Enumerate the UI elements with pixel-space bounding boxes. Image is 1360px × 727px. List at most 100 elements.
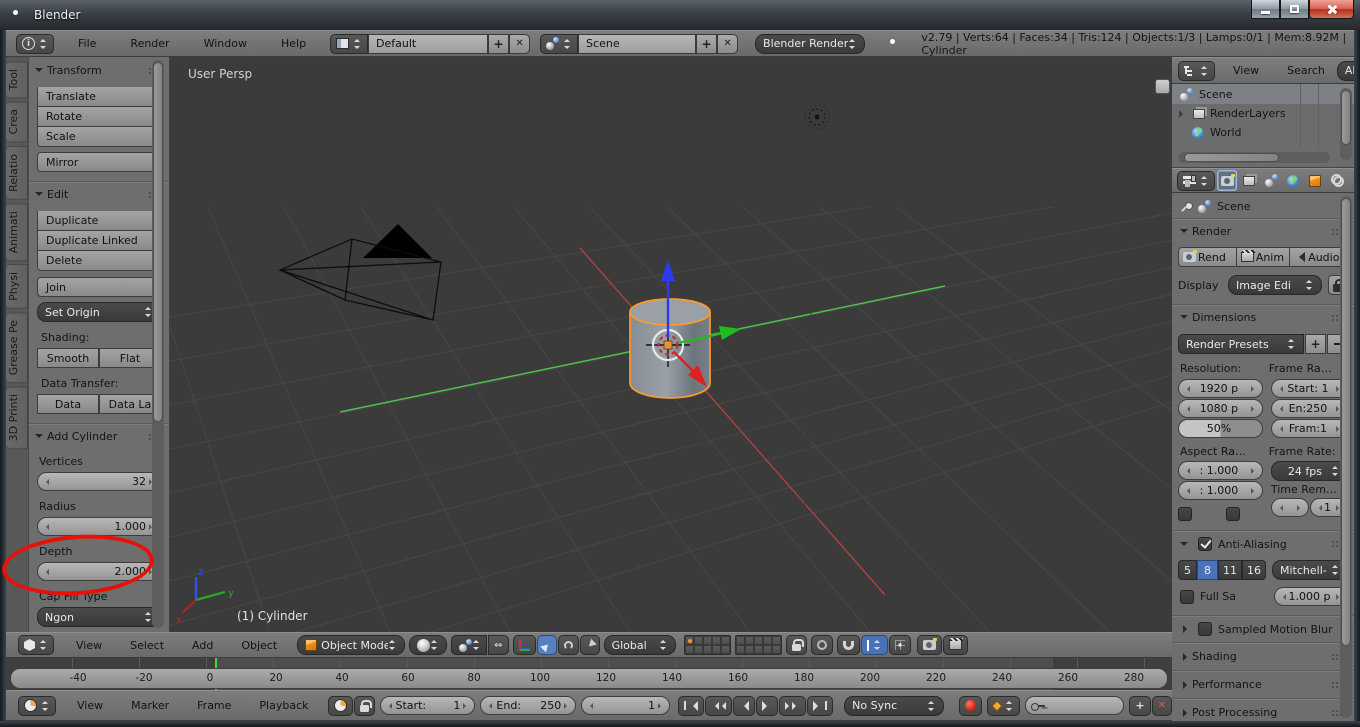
tab-object[interactable] xyxy=(1305,170,1325,191)
properties-editor-selector[interactable] xyxy=(1177,170,1215,191)
record-button[interactable] xyxy=(959,695,983,716)
tool-button[interactable]: Delete xyxy=(37,251,161,271)
minimize-button[interactable] xyxy=(1251,0,1280,19)
panel-title[interactable]: Render xyxy=(1192,225,1331,238)
scene-delete-button[interactable] xyxy=(717,33,739,54)
menu-item[interactable]: Frame xyxy=(187,699,241,712)
menu-item[interactable]: Select xyxy=(120,639,174,652)
play-button[interactable] xyxy=(756,695,779,716)
border-checkbox[interactable] xyxy=(1178,507,1192,521)
tool-shelf-tab[interactable]: Relatio xyxy=(6,145,28,200)
start-frame-field[interactable]: Start: 1 xyxy=(379,696,476,715)
menu-item[interactable]: Add xyxy=(182,639,223,652)
manipulator-toggle[interactable] xyxy=(512,635,536,655)
delete-keyframe-button[interactable]: ✕ xyxy=(1151,695,1173,716)
preset-add-button[interactable] xyxy=(1305,334,1326,354)
join-button[interactable]: Join xyxy=(37,277,161,297)
display-dropdown[interactable]: Image Edi xyxy=(1228,275,1322,295)
timeline-ruler[interactable]: -40 -20 0 20 40 60 80 100 120 140 160 180 200 220 240 2… xyxy=(10,668,1168,689)
time-remap-old-field[interactable] xyxy=(1270,498,1309,517)
manipulator-rotate-button[interactable] xyxy=(557,635,579,655)
vertices-field[interactable]: 32 xyxy=(37,472,161,491)
aspect-y-field[interactable]: : 1.000 xyxy=(1178,481,1263,500)
render-still-button[interactable] xyxy=(916,635,942,655)
timeline-track[interactable]: -40 -20 0 20 40 60 80 100 120 140 160 180 200 220 240 2… xyxy=(6,658,1172,690)
full-sample-checkbox[interactable] xyxy=(1180,589,1194,604)
camera-object[interactable] xyxy=(278,224,442,321)
tool-shelf-tab[interactable]: Animati xyxy=(6,202,28,262)
tool-button[interactable]: Rotate xyxy=(37,107,161,127)
expand-icon[interactable] xyxy=(1183,652,1191,661)
expand-icon[interactable] xyxy=(1183,625,1191,633)
insert-keyframe-button[interactable]: + xyxy=(1129,695,1151,716)
panel-title[interactable]: Post Processing xyxy=(1192,706,1331,719)
resolution-percent-slider[interactable]: 50% xyxy=(1178,419,1263,438)
scene-name-field[interactable]: Scene xyxy=(578,33,697,54)
tool-button[interactable]: Translate xyxy=(37,87,161,107)
tab-constraints[interactable] xyxy=(1327,170,1347,191)
viewport-3d[interactable]: z y x User Persp (1) Cylinder xyxy=(170,57,1172,632)
tab-render-layers[interactable] xyxy=(1239,170,1259,191)
radius-field[interactable]: 1.000 xyxy=(37,517,161,536)
manipulator-translate-button[interactable] xyxy=(536,635,557,655)
menu-item[interactable]: View xyxy=(1223,64,1269,77)
motion-blur-checkbox[interactable] xyxy=(1198,622,1212,636)
aa-samples-11[interactable]: 11 xyxy=(1218,560,1242,580)
playback-range-toggle[interactable] xyxy=(327,695,353,716)
collapse-icon[interactable] xyxy=(35,68,43,76)
tool-shelf-tab[interactable]: Tool xyxy=(6,61,28,99)
aa-samples-16[interactable]: 16 xyxy=(1242,560,1266,580)
tool-shelf-tab[interactable]: Grease Pe xyxy=(6,311,28,384)
menu-item[interactable]: Window xyxy=(194,37,257,50)
panel-title[interactable]: Edit xyxy=(47,188,148,201)
lock-to-scene-button[interactable] xyxy=(785,635,807,655)
menu-item[interactable]: Object xyxy=(231,639,287,652)
collapse-icon[interactable] xyxy=(1180,541,1188,550)
pivot-dropdown[interactable] xyxy=(451,635,488,655)
panel-title[interactable]: Anti-Aliasing xyxy=(1218,538,1325,551)
play-reverse-button[interactable] xyxy=(733,695,756,716)
render-anim-button[interactable] xyxy=(942,635,968,655)
collapse-icon[interactable] xyxy=(35,434,43,442)
viewport-editor-selector[interactable] xyxy=(18,635,54,655)
aa-size-field[interactable]: 1.000 p xyxy=(1274,587,1348,606)
menu-item[interactable]: File xyxy=(68,37,106,50)
expand-icon[interactable] xyxy=(1179,109,1187,118)
panel-title[interactable]: Dimensions xyxy=(1192,311,1331,324)
snap-target-button[interactable] xyxy=(888,635,911,655)
jump-start-button[interactable] xyxy=(678,695,705,716)
outliner-hscrollbar[interactable] xyxy=(1178,152,1330,163)
outliner-item-renderlayers[interactable]: RenderLayers xyxy=(1172,104,1354,123)
set-origin-dropdown[interactable]: Set Origin xyxy=(37,302,161,322)
resolution-y-field[interactable]: 1080 p xyxy=(1178,399,1263,418)
aa-filter-dropdown[interactable]: Mitchell- xyxy=(1272,560,1348,580)
snap-element-dropdown[interactable] xyxy=(860,635,888,655)
panel-title[interactable]: Add Cylinder xyxy=(47,430,148,443)
aa-samples-8-active[interactable]: 8 xyxy=(1197,560,1218,580)
collapse-icon[interactable] xyxy=(1180,315,1188,323)
outliner-item-world[interactable]: World xyxy=(1172,123,1354,142)
snap-toggle-button[interactable] xyxy=(836,635,860,655)
shading-button[interactable]: Smooth xyxy=(37,348,99,368)
close-button[interactable] xyxy=(1309,0,1354,19)
maximize-button[interactable] xyxy=(1280,0,1309,19)
panel-title[interactable]: Shading xyxy=(1192,650,1331,663)
resolution-x-field[interactable]: 1920 p xyxy=(1178,379,1263,398)
expand-icon[interactable] xyxy=(1183,680,1191,689)
lock-time-toggle[interactable] xyxy=(353,695,375,716)
layout-add-button[interactable] xyxy=(488,33,510,54)
menu-item[interactable]: Render xyxy=(120,37,179,50)
panel-title[interactable]: Sampled Motion Blur xyxy=(1218,623,1333,636)
layer-cell-active[interactable] xyxy=(684,636,694,645)
tool-shelf-tab[interactable]: 3D Printi xyxy=(6,386,28,450)
render-still-button[interactable]: Rend xyxy=(1178,247,1237,267)
next-keyframe-button[interactable] xyxy=(779,695,807,716)
properties-scrollbar[interactable] xyxy=(1340,196,1352,718)
pivot-align-toggle[interactable]: ⇔ xyxy=(488,635,509,655)
tool-shelf-tab[interactable]: Physi xyxy=(6,264,28,309)
editor-type-selector[interactable] xyxy=(16,33,54,54)
frame-end-field[interactable]: En:250 xyxy=(1270,399,1348,418)
menu-item[interactable]: Marker xyxy=(121,699,179,712)
orientation-dropdown[interactable]: Global xyxy=(603,635,676,655)
crop-checkbox[interactable] xyxy=(1226,507,1240,521)
